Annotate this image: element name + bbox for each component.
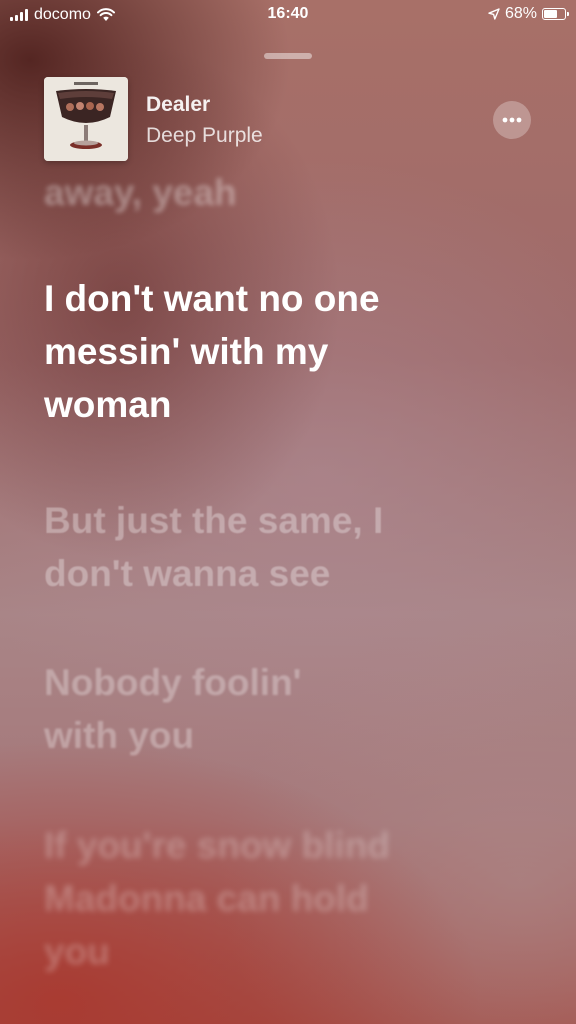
lyric-previous[interactable]: away, yeah — [44, 166, 494, 219]
lyric-line: don't wanna see — [44, 553, 331, 594]
ellipsis-icon — [502, 117, 522, 123]
lyric-line: Madonna can hold — [44, 878, 369, 919]
lyric-line: with you — [44, 715, 195, 756]
album-cover-goblet-icon — [44, 77, 128, 161]
track-title[interactable]: Dealer — [146, 93, 210, 117]
lyric-line: If you're snow blind — [44, 825, 390, 866]
lyric-line: you — [44, 931, 110, 972]
lyric-line: But just the same, I — [44, 500, 384, 541]
battery-percent: 68% — [504, 5, 537, 22]
more-options-button[interactable] — [493, 101, 531, 139]
battery-icon — [542, 8, 569, 20]
battery-cap — [567, 12, 569, 16]
location-arrow-icon — [488, 8, 500, 20]
album-art[interactable] — [44, 77, 128, 161]
lyric-line: woman — [44, 384, 172, 425]
battery-level-fill — [544, 10, 557, 18]
sheet-grabber-handle[interactable] — [264, 53, 312, 59]
lyrics-screen: docomo 16:40 68% Dealer Deep Purple away… — [0, 0, 576, 1024]
status-bar: docomo 16:40 68% — [0, 0, 576, 30]
lyric-line: away, yeah — [44, 172, 237, 213]
lyric-line: I don't want no one — [44, 278, 380, 319]
lyric-line: Nobody foolin' — [44, 662, 302, 703]
lyric-upcoming[interactable]: If you're snow blind Madonna can hold yo… — [44, 819, 494, 978]
track-artist[interactable]: Deep Purple — [146, 124, 263, 148]
lyric-upcoming[interactable]: But just the same, I don't wanna see — [44, 494, 494, 600]
lyric-current[interactable]: I don't want no one messin' with my woma… — [44, 272, 504, 431]
status-right: 68% — [488, 5, 569, 23]
lyric-line: messin' with my — [44, 331, 329, 372]
lyric-upcoming[interactable]: Nobody foolin' with you — [44, 656, 494, 762]
